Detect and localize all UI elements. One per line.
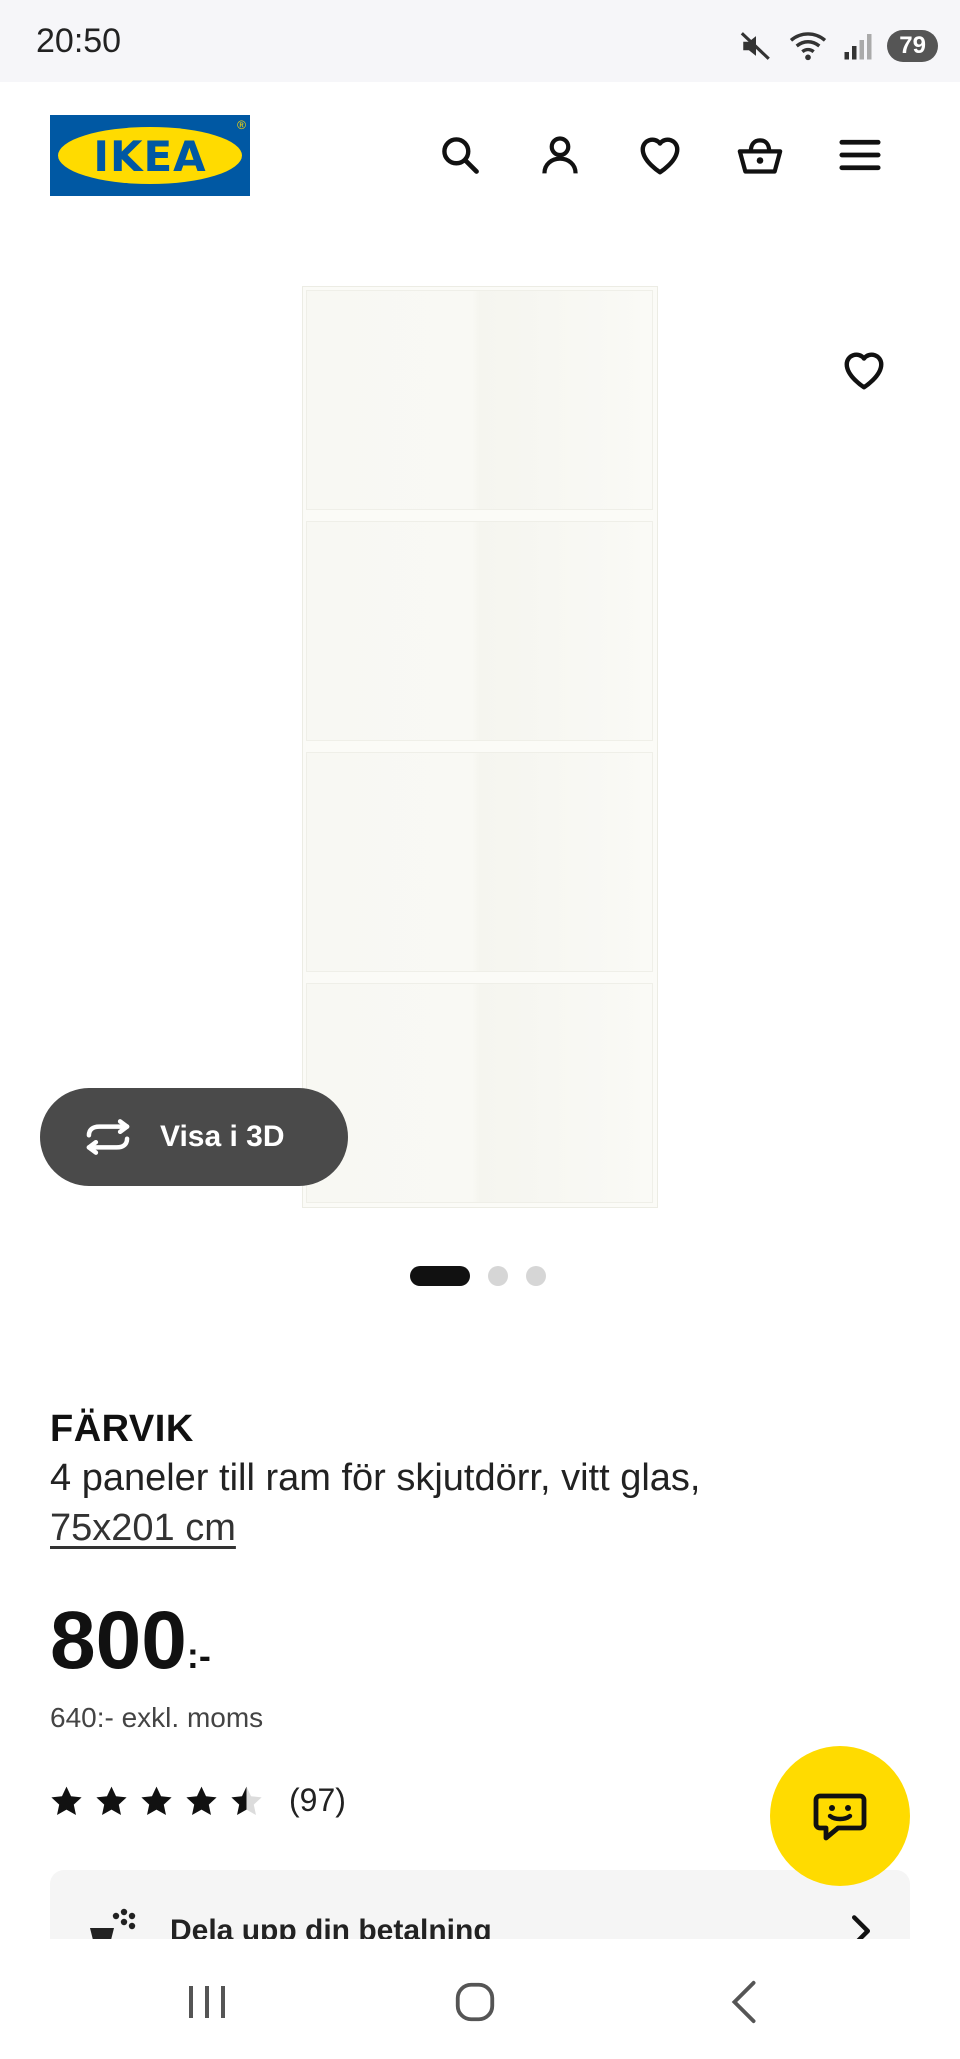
back-icon (731, 1980, 756, 2024)
chat-button[interactable] (770, 1746, 910, 1886)
account-button[interactable] (533, 128, 587, 182)
glass-panel (306, 752, 653, 972)
star-icon (96, 1786, 127, 1815)
rating-stars (50, 1785, 263, 1817)
glass-panel (306, 521, 653, 741)
review-count[interactable]: (97) (289, 1782, 346, 1819)
menu-icon (839, 139, 881, 171)
glass-panel (306, 983, 653, 1203)
basket-icon (737, 138, 783, 174)
pagination-dot[interactable] (488, 1266, 508, 1286)
product-name: FÄRVIK (50, 1408, 194, 1450)
logo-text: IKEA (93, 132, 207, 181)
signal-icon (844, 34, 872, 60)
wishlist-button[interactable] (633, 128, 687, 182)
payment-split-icon (90, 1908, 136, 1940)
split-payment-card[interactable]: Dela upp din betalning (50, 1870, 910, 1940)
home-icon (455, 1982, 495, 2022)
account-icon (542, 136, 578, 174)
search-button[interactable] (433, 128, 487, 182)
battery-indicator: 79 (887, 30, 938, 62)
ikea-logo[interactable]: IKEA ® (50, 115, 250, 196)
chevron-right-icon (851, 1915, 871, 1940)
system-navigation-bar (0, 1939, 960, 2059)
site-header: IKEA ® (0, 82, 960, 232)
product-measurement-link[interactable]: 75x201 cm (50, 1507, 236, 1550)
view-in-3d-label: Visa i 3D (160, 1120, 285, 1153)
price-value: 800 (50, 1595, 187, 1686)
product-price: 800:- (50, 1596, 211, 1701)
gallery-pagination (410, 1266, 546, 1286)
view-in-3d-button[interactable]: Visa i 3D (40, 1088, 348, 1186)
chat-icon (813, 1793, 867, 1841)
recents-icon (189, 1986, 225, 2018)
back-button[interactable] (714, 1977, 774, 2027)
half-star-icon (231, 1786, 262, 1815)
star-icon (51, 1786, 82, 1815)
status-bar: 20:50 79 (0, 0, 960, 82)
product-image[interactable] (302, 286, 658, 1208)
registered-mark: ® (237, 118, 246, 132)
home-button[interactable] (445, 1977, 505, 2027)
split-payment-label: Dela upp din betalning (170, 1914, 492, 1940)
rotate-3d-icon (86, 1119, 130, 1155)
recents-button[interactable] (177, 1977, 237, 2027)
wifi-icon (790, 32, 827, 61)
price-excl-vat: 640:- exkl. moms (50, 1702, 264, 1733)
status-time: 20:50 (36, 22, 122, 60)
add-to-favourites-button[interactable] (836, 342, 892, 398)
heart-icon (844, 352, 884, 390)
mute-icon (741, 32, 771, 60)
search-icon (442, 137, 479, 174)
heart-icon (640, 137, 680, 175)
basket-button[interactable] (733, 128, 787, 182)
star-icon (186, 1786, 217, 1815)
star-icon (141, 1786, 172, 1815)
product-gallery[interactable]: Visa i 3D (0, 250, 960, 1286)
pagination-dot[interactable] (526, 1266, 546, 1286)
product-description: 4 paneler till ram för skjutdörr, vitt g… (50, 1457, 701, 1499)
menu-button[interactable] (833, 128, 887, 182)
glass-panel (306, 290, 653, 510)
product-rating[interactable]: (97) (50, 1782, 346, 1819)
price-suffix: :- (186, 1635, 211, 1676)
pagination-dot-active[interactable] (410, 1266, 470, 1286)
status-icons: 79 (739, 26, 938, 66)
